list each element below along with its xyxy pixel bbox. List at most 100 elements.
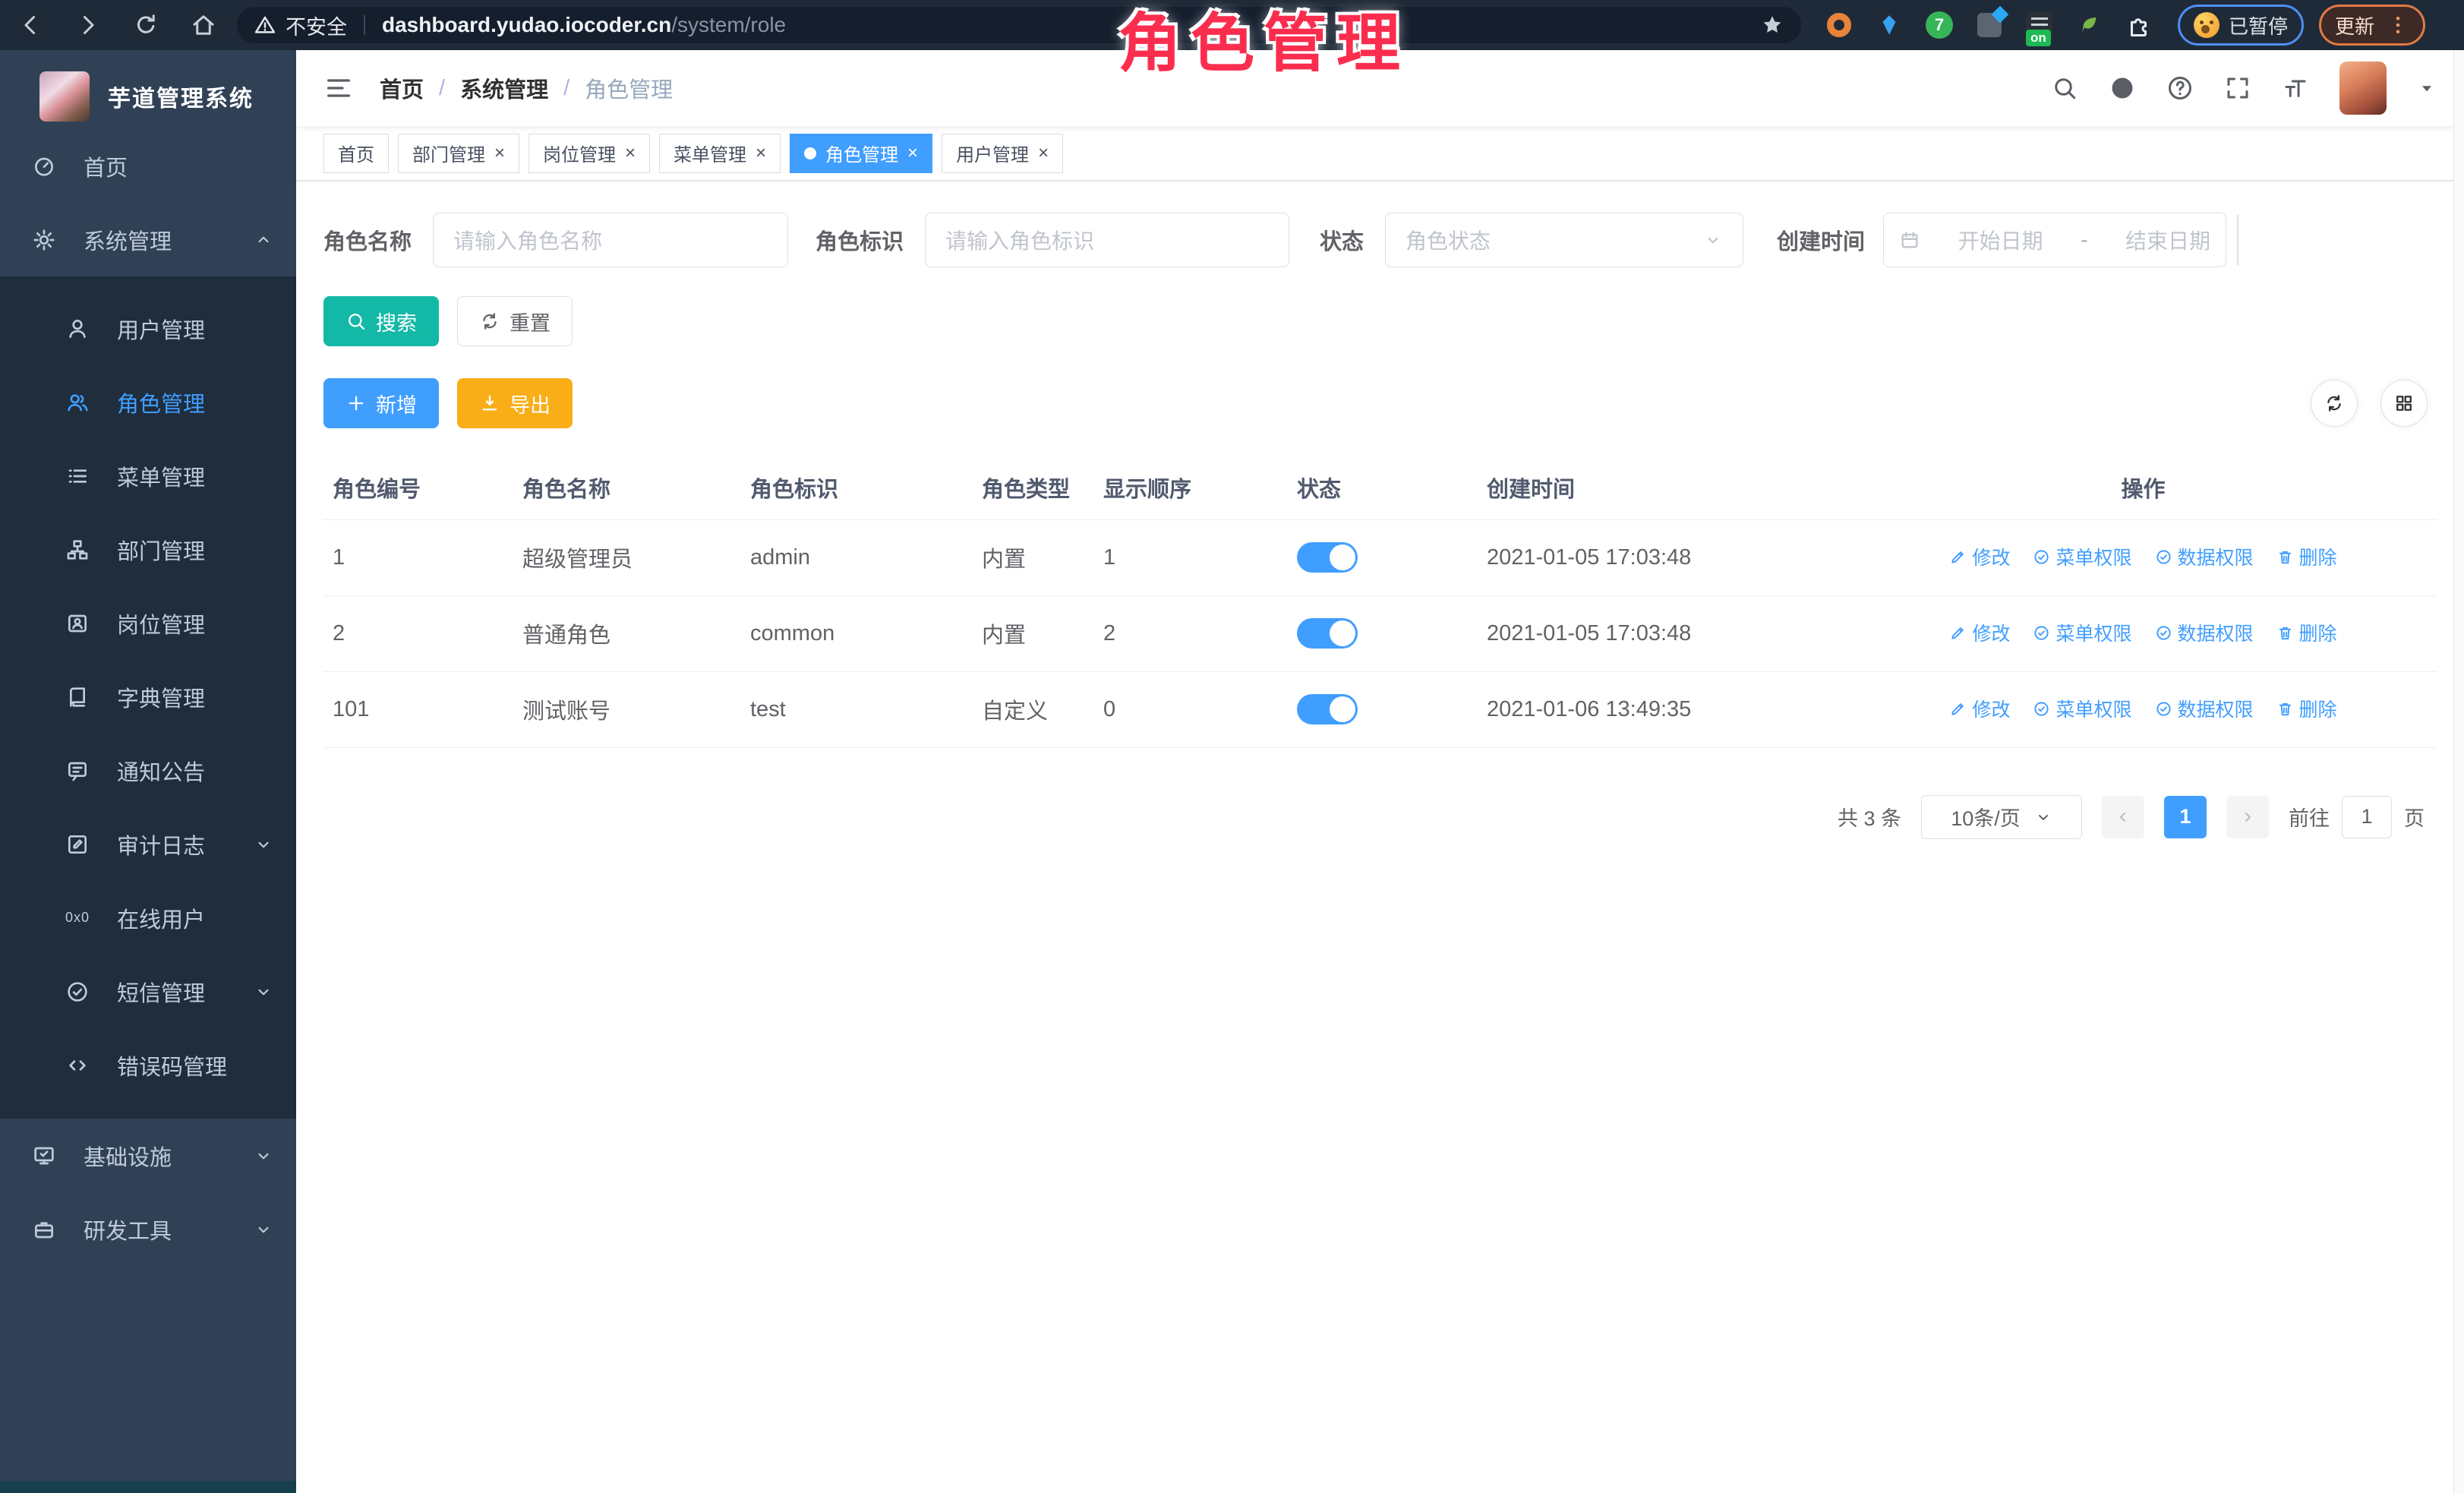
pencil-icon <box>1949 624 1967 642</box>
sidebar-nav: 首页系统管理用户管理角色管理菜单管理部门管理岗位管理字典管理通知公告审计日志0x… <box>0 129 296 1266</box>
status-toggle[interactable] <box>1297 542 1358 573</box>
page-number-active[interactable]: 1 <box>2164 796 2207 838</box>
browser-forward-icon[interactable] <box>74 11 102 39</box>
close-icon[interactable]: × <box>625 144 636 163</box>
status-toggle[interactable] <box>1297 694 1358 724</box>
app-logo[interactable]: 芋道管理系统 <box>0 50 296 129</box>
ext-ring-icon[interactable] <box>1824 10 1854 40</box>
close-icon[interactable]: × <box>907 144 918 163</box>
data-perm-action-link[interactable]: 数据权限 <box>2155 619 2254 646</box>
goto-page-input[interactable]: 1 <box>2342 796 2392 838</box>
sidebar-item-error-code[interactable]: 错误码管理 <box>0 1028 296 1102</box>
cell-name: 测试账号 <box>513 671 741 747</box>
hamburger-icon[interactable] <box>323 73 354 103</box>
breadcrumb-item[interactable]: 首页 <box>380 72 424 104</box>
column-settings-button[interactable] <box>2380 380 2428 427</box>
close-icon[interactable]: × <box>756 144 766 163</box>
sidebar-item-notice[interactable]: 通知公告 <box>0 734 296 807</box>
sidebar-item-online-user[interactable]: 0x0在线用户 <box>0 881 296 955</box>
prev-page-button[interactable] <box>2102 796 2144 838</box>
cell-created: 2021-01-06 13:49:35 <box>1478 671 1850 747</box>
add-button[interactable]: 新增 <box>323 378 439 428</box>
sidebar-item-label: 岗位管理 <box>117 608 205 639</box>
search-button[interactable]: 搜索 <box>323 296 439 346</box>
page-scrollbar[interactable] <box>2453 50 2464 1493</box>
close-icon[interactable]: × <box>1038 144 1049 163</box>
close-icon[interactable]: × <box>494 144 505 163</box>
data-perm-action-link[interactable]: 数据权限 <box>2155 695 2254 722</box>
tab-user[interactable]: 用户管理× <box>942 134 1063 173</box>
edit-action-link[interactable]: 修改 <box>1949 619 2010 646</box>
ext-notes-icon[interactable]: on <box>2024 10 2055 40</box>
action-label: 删除 <box>2299 619 2337 646</box>
tab-post[interactable]: 岗位管理× <box>528 134 650 173</box>
bookmark-star-icon[interactable] <box>1760 13 1784 37</box>
pagination: 共 3 条 10条/页 1 前往 1 页 <box>323 795 2437 839</box>
role-name-input[interactable]: 请输入角色名称 <box>433 213 788 267</box>
role-key-input[interactable]: 请输入角色标识 <box>925 213 1289 267</box>
sidebar-item-user[interactable]: 用户管理 <box>0 292 296 365</box>
browser-home-icon[interactable] <box>190 11 217 39</box>
date-range-picker[interactable]: 开始日期 - 结束日期 <box>1883 213 2226 267</box>
delete-action-link[interactable]: 删除 <box>2276 619 2337 646</box>
menu-perm-action-link[interactable]: 菜单权限 <box>2033 543 2131 570</box>
extensions-puzzle-icon[interactable] <box>2125 10 2155 40</box>
browser-reload-icon[interactable] <box>132 11 159 39</box>
tab-role[interactable]: 角色管理× <box>790 134 932 173</box>
font-size-icon[interactable] <box>2282 74 2309 102</box>
cell-name: 超级管理员 <box>513 519 741 595</box>
ext-leaf-icon[interactable] <box>2074 10 2105 40</box>
browser-update-button[interactable]: 更新 <box>2319 5 2425 46</box>
search-icon[interactable] <box>2051 74 2078 102</box>
security-warning-icon[interactable] <box>254 14 276 36</box>
export-button[interactable]: 导出 <box>457 378 573 428</box>
tab-home[interactable]: 首页 <box>323 134 389 173</box>
avatar-caret-icon[interactable] <box>2417 78 2437 98</box>
tab-dept[interactable]: 部门管理× <box>398 134 519 173</box>
cell-id: 1 <box>323 519 513 595</box>
status-toggle[interactable] <box>1297 618 1358 649</box>
status-select[interactable]: 角色状态 <box>1385 213 1743 267</box>
sidebar-item-post[interactable]: 岗位管理 <box>0 586 296 660</box>
action-label: 修改 <box>1972 695 2010 722</box>
menu-perm-action-link[interactable]: 菜单权限 <box>2033 619 2131 646</box>
edit-action-link[interactable]: 修改 <box>1949 695 2010 722</box>
sidebar: 芋道管理系统 首页系统管理用户管理角色管理菜单管理部门管理岗位管理字典管理通知公… <box>0 50 296 1493</box>
cell-type: 内置 <box>973 595 1094 671</box>
edit-action-link[interactable]: 修改 <box>1949 543 2010 570</box>
sidebar-item-home[interactable]: 首页 <box>0 129 296 203</box>
sidebar-item-system[interactable]: 系统管理 <box>0 203 296 276</box>
next-page-button[interactable] <box>2226 796 2269 838</box>
sidebar-item-role[interactable]: 角色管理 <box>0 365 296 439</box>
github-icon[interactable] <box>2109 74 2136 102</box>
cell-id: 2 <box>323 595 513 671</box>
sidebar-item-dict[interactable]: 字典管理 <box>0 660 296 734</box>
browser-back-icon[interactable] <box>17 11 44 39</box>
sidebar-item-infra[interactable]: 基础设施 <box>0 1119 296 1192</box>
sidebar-item-sms[interactable]: 短信管理 <box>0 955 296 1028</box>
ext-gem-icon[interactable] <box>1874 10 1904 40</box>
menu-perm-action-link[interactable]: 菜单权限 <box>2033 695 2131 722</box>
profile-paused-pill[interactable]: 已暂停 <box>2178 5 2304 46</box>
page-size-select[interactable]: 10条/页 <box>1921 795 2082 839</box>
help-icon[interactable] <box>2166 74 2194 102</box>
delete-action-link[interactable]: 删除 <box>2276 695 2337 722</box>
delete-action-link[interactable]: 删除 <box>2276 543 2337 570</box>
infra-monitor-icon <box>29 1143 59 1169</box>
table-refresh-button[interactable] <box>2311 380 2358 427</box>
data-perm-action-link[interactable]: 数据权限 <box>2155 543 2254 570</box>
tab-menu[interactable]: 菜单管理× <box>659 134 781 173</box>
browser-menu-icon[interactable] <box>2387 14 2409 36</box>
action-label: 修改 <box>1972 543 2010 570</box>
sidebar-item-audit-log[interactable]: 审计日志 <box>0 807 296 881</box>
sidebar-item-dev-tools[interactable]: 研发工具 <box>0 1192 296 1266</box>
sidebar-item-menu[interactable]: 菜单管理 <box>0 439 296 513</box>
fullscreen-icon[interactable] <box>2224 74 2251 102</box>
user-avatar[interactable] <box>2339 62 2387 115</box>
ext-grid-icon[interactable] <box>1974 10 2005 40</box>
ext-green-badge-icon[interactable]: 7 <box>1924 10 1954 40</box>
sidebar-item-dept[interactable]: 部门管理 <box>0 513 296 586</box>
reset-button[interactable]: 重置 <box>457 296 573 346</box>
address-bar[interactable]: 不安全 dashboard.yudao.iocoder.cn /system/r… <box>237 7 1801 43</box>
breadcrumb-item[interactable]: 系统管理 <box>460 72 548 104</box>
